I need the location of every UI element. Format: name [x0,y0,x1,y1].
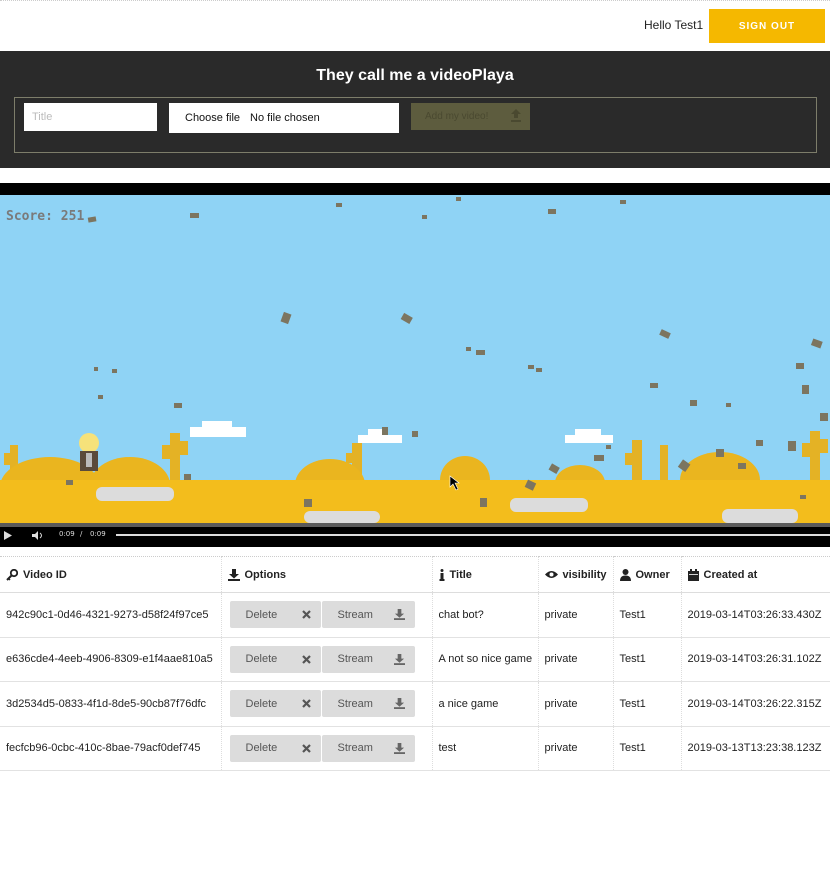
column-owner: Owner [612,556,681,593]
visibility-cell: private [537,726,613,771]
title-cell: test [431,726,538,771]
download-icon [393,609,405,621]
options-cell: Delete Stream [220,726,432,771]
title-input[interactable] [24,103,157,131]
current-time: 0:09 [59,530,75,538]
column-title: Title [431,556,538,593]
visibility-cell: private [537,681,613,727]
greeting: Hello Test1 [644,18,704,32]
video-id-cell: 942c90c1-0d46-4321-9273-d58f24f97ce5 [0,592,221,638]
created-at-cell: 2019-03-13T13:23:38.123Z [680,726,830,771]
created-at-cell: 2019-03-14T03:26:22.315Z [680,681,830,727]
created-at-header-label: Created at [703,568,758,581]
eye-icon [544,571,558,578]
visibility-cell: private [537,592,613,638]
video-progress-track[interactable] [0,523,830,527]
options-cell: Delete Stream [220,637,432,682]
video-player[interactable]: Score: 251 0:09 / 0:09 [0,183,830,547]
sign-out-button[interactable]: SIGN OUT [709,9,825,43]
options-cell: Delete Stream [220,681,432,727]
download-icon [393,653,405,665]
header: They call me a videoPlaya Choose file No… [0,51,830,168]
visibility-cell: private [537,637,613,682]
close-icon [301,654,311,664]
created-at-cell: 2019-03-14T03:26:33.430Z [680,592,830,638]
download-icon [393,698,405,710]
owner-cell: Test1 [612,681,681,727]
play-icon[interactable] [4,531,12,540]
delete-button[interactable]: Delete [229,690,321,718]
visibility-header-label: visibility [562,568,607,581]
upload-form: Choose file No file chosen Add my video! [14,97,817,153]
title-header-label: Title [449,568,472,581]
owner-cell: Test1 [612,592,681,638]
table-row: 3d2534d5-0833-4f1d-8de5-90cb87f76dfc Del… [0,681,830,727]
delete-label: Delete [245,608,278,621]
table-row: 942c90c1-0d46-4321-9273-d58f24f97ce5 Del… [0,592,830,638]
game-scene [0,197,830,523]
video-id-cell: 3d2534d5-0833-4f1d-8de5-90cb87f76dfc [0,681,221,727]
close-icon [301,610,311,620]
stream-label: Stream [337,742,373,755]
created-at-cell: 2019-03-14T03:26:31.102Z [680,637,830,682]
stream-label: Stream [337,653,373,666]
seek-bar[interactable] [116,534,830,536]
title-cell: a nice game [431,681,538,727]
page-title: They call me a videoPlaya [316,67,514,84]
owner-cell: Test1 [612,726,681,771]
download-icon [393,742,405,754]
top-bar: Hello Test1 SIGN OUT [0,0,830,50]
file-input[interactable]: Choose file No file chosen [169,103,399,133]
video-frame: Score: 251 [0,195,830,523]
owner-header-label: Owner [635,568,670,581]
stream-label: Stream [337,608,373,621]
video-id-cell: fecfcb96-0cbc-410c-8bae-79acf0def745 [0,726,221,771]
close-icon [301,699,311,709]
stream-button[interactable]: Stream [321,734,415,762]
time-separator: / [80,530,83,538]
owner-cell: Test1 [612,637,681,682]
file-status: No file chosen [250,112,320,124]
upload-icon [511,109,521,122]
info-icon [439,568,444,581]
delete-label: Delete [245,742,278,755]
options-header-label: Options [244,568,287,581]
player-controls: 0:09 / 0:09 [0,523,830,547]
add-video-label: Add my video! [425,111,489,122]
duration: 0:09 [90,530,106,538]
options-cell: Delete Stream [220,592,432,638]
volume-icon[interactable] [32,531,44,540]
title-cell: chat bot? [431,592,538,638]
video-id-header-label: Video ID [23,568,67,581]
user-icon [619,568,631,581]
delete-button[interactable]: Delete [229,734,321,762]
close-icon [301,743,311,753]
title-cell: A not so nice game [431,637,538,682]
delete-label: Delete [245,697,278,710]
column-options: Options [220,556,432,593]
column-created-at: Created at [680,556,830,593]
table-row: fecfcb96-0cbc-410c-8bae-79acf0def745 Del… [0,726,830,771]
download-icon [227,568,240,581]
column-visibility: visibility [537,556,613,593]
delete-label: Delete [245,653,278,666]
stream-button[interactable]: Stream [321,645,415,673]
stream-button[interactable]: Stream [321,601,415,629]
delete-button[interactable]: Delete [229,601,321,629]
calendar-icon [687,568,699,581]
video-id-cell: e636cde4-4eeb-4906-8309-e1f4aae810a5 [0,637,221,682]
table-header-row: Video ID Options Title visibility Owner … [0,556,830,593]
key-icon [6,568,18,581]
stream-button[interactable]: Stream [321,690,415,718]
column-video-id: Video ID [0,556,221,593]
choose-file-button[interactable]: Choose file [185,112,240,124]
add-video-button[interactable]: Add my video! [411,103,530,130]
table-row: e636cde4-4eeb-4906-8309-e1f4aae810a5 Del… [0,637,830,682]
delete-button[interactable]: Delete [229,645,321,673]
video-table: Video ID Options Title visibility Owner … [0,556,830,771]
stream-label: Stream [337,697,373,710]
